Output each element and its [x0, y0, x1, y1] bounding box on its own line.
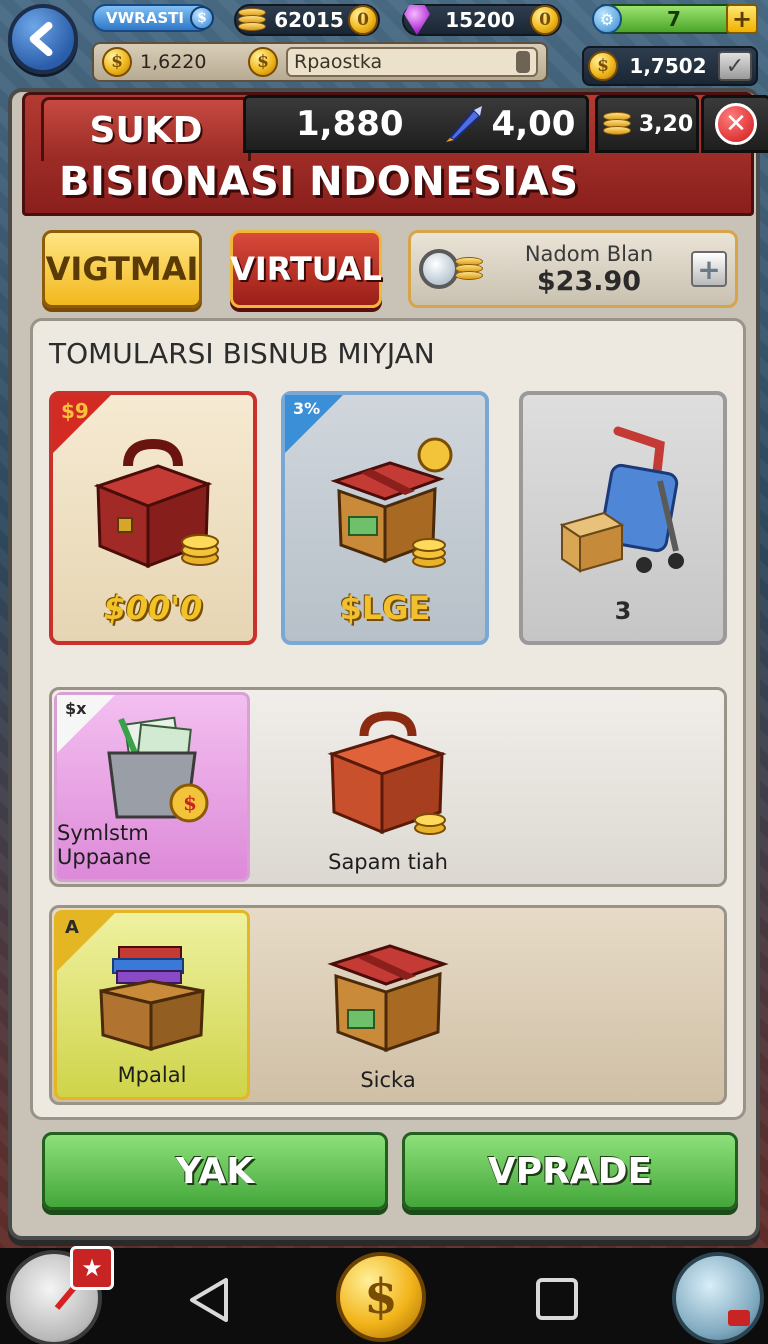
coin-stack-icon	[236, 6, 270, 34]
coin-icon: $	[248, 47, 278, 77]
item-list: TOMULARSI BISNUB MIYJAN $9 $00'0 3% $LGE…	[30, 318, 746, 1120]
gems-value: 15200	[445, 8, 515, 32]
dollar-icon: $	[364, 1269, 398, 1325]
balance-amount: $23.90	[536, 265, 642, 297]
nav-back-icon[interactable]	[186, 1276, 234, 1324]
yak-button-label: YAK	[175, 1150, 255, 1192]
row-item[interactable]: Sicka	[298, 908, 478, 1102]
title-strip: SUKD 1,880 4,00 3,20 ✕ BISIONASI NDONESI…	[22, 92, 768, 216]
coins-value: 62015	[274, 8, 344, 32]
coin-icon: 0	[348, 5, 378, 35]
filter-yellow-label: VIGTMAI	[45, 250, 199, 288]
globe-icon[interactable]	[672, 1252, 764, 1344]
coin-icon: 0	[530, 5, 560, 35]
yak-button[interactable]: YAK	[42, 1132, 388, 1210]
secondary-currency-value: 1,7502	[629, 54, 707, 78]
briefcase-icon	[327, 711, 447, 835]
nav-recents-icon[interactable]	[536, 1278, 578, 1320]
filter-virtual-label: VIRTUAL	[230, 250, 382, 288]
level-bar-value: 7	[667, 7, 681, 31]
upgrade-button-label: VPRADE	[487, 1150, 653, 1192]
list-row-upgrade[interactable]: $x $ Symlstm Uppaane Sapam tiah	[49, 687, 727, 887]
tab-label: SUKD	[89, 110, 203, 151]
nav-home-coin-button[interactable]: $	[336, 1252, 426, 1342]
shop-card-luggage[interactable]: 3	[519, 391, 727, 645]
card-price: $00'0	[103, 589, 203, 627]
tab-sukd[interactable]: SUKD	[41, 97, 251, 161]
slider-handle[interactable]	[516, 51, 530, 73]
gem-icon	[404, 5, 430, 35]
coin-icon: $	[588, 51, 618, 81]
page-title: BISIONASI NDONESIAS	[59, 159, 579, 205]
gift-box-icon	[285, 411, 485, 591]
player-badge-label: VWRASTI	[106, 9, 184, 27]
row-item-label: Sapam tiah	[328, 850, 448, 874]
gems-counter: 15200 0	[402, 4, 562, 36]
search-input[interactable]: Rpaostka	[286, 47, 538, 77]
search-left-value: 1,6220	[140, 51, 207, 73]
row-tile-label: Mpalal	[117, 1063, 187, 1087]
top-hud: VWRASTI $ 62015 0 15200 0 ⚙ 7 + $ 1,6220…	[0, 0, 768, 90]
filter-yellow-button[interactable]: VIGTMAI	[42, 230, 202, 308]
balance-name: Nadom Blan	[524, 241, 654, 266]
row-item-label: Sicka	[360, 1068, 416, 1092]
wrench-icon: ⚙	[592, 4, 622, 34]
coin-slot: 3,20	[595, 95, 699, 153]
coin-stack-icon	[453, 255, 487, 283]
list-row-mpalal[interactable]: A Mpalal Sicka	[49, 905, 727, 1105]
star-icon: ★	[70, 1246, 114, 1290]
stat-strip: 1,880 4,00	[243, 95, 589, 153]
shop-panel: SUKD 1,880 4,00 3,20 ✕ BISIONASI NDONESI…	[8, 88, 768, 1240]
luggage-icon	[523, 411, 723, 591]
coins-counter: 62015 0	[234, 4, 380, 36]
filter-virtual-button[interactable]: VIRTUAL	[230, 230, 382, 308]
book-chest-icon	[99, 946, 205, 1051]
check-icon[interactable]: ✓	[718, 51, 752, 81]
coin-icon: $	[102, 47, 132, 77]
shop-card-briefcase[interactable]: $9 $00'0	[49, 391, 257, 645]
card-quantity: 3	[614, 597, 632, 625]
upgrade-button[interactable]: VPRADE	[402, 1132, 738, 1210]
row-tile[interactable]: $x $ Symlstm Uppaane	[54, 692, 250, 882]
balance-info: Nadom Blan $23.90	[487, 242, 691, 297]
map-pin-icon	[728, 1310, 750, 1326]
coin-stack-icon	[601, 110, 635, 138]
coin-slot-value: 3,20	[638, 111, 694, 137]
briefcase-icon	[53, 411, 253, 591]
row-item[interactable]: Sapam tiah	[298, 690, 478, 884]
level-bar[interactable]: ⚙ 7 +	[592, 4, 758, 34]
stat-primary: 1,880	[296, 104, 404, 144]
system-nav-bar: ★ $	[0, 1246, 768, 1344]
stat-secondary: 4,00	[491, 104, 576, 144]
gift-box-icon	[327, 944, 449, 1053]
svg-text:$: $	[183, 791, 197, 815]
rocket-icon	[445, 106, 482, 142]
shop-card-giftbox[interactable]: 3% $LGE	[281, 391, 489, 645]
close-button[interactable]: ✕	[701, 95, 768, 153]
player-badge[interactable]: VWRASTI $	[92, 4, 214, 32]
arrow-left-icon	[29, 21, 53, 57]
add-level-button[interactable]: +	[726, 4, 758, 34]
speedometer-icon[interactable]: ★	[6, 1246, 114, 1344]
section-title: TOMULARSI BISNUB MIYJAN	[49, 337, 435, 370]
back-button[interactable]	[8, 4, 78, 74]
close-icon: ✕	[715, 103, 757, 145]
row-tile[interactable]: A Mpalal	[54, 910, 250, 1100]
search-row: $ 1,6220 $ Rpaostka	[92, 42, 548, 82]
secondary-currency: $ 1,7502 ✓	[582, 46, 758, 86]
dollar-icon: $	[189, 6, 214, 30]
add-balance-button[interactable]: +	[691, 251, 727, 287]
card-price: $LGE	[339, 589, 431, 627]
search-input-text: Rpaostka	[294, 51, 383, 73]
cash-bin-icon: $	[107, 716, 209, 823]
balance-card: Nadom Blan $23.90 +	[408, 230, 738, 308]
